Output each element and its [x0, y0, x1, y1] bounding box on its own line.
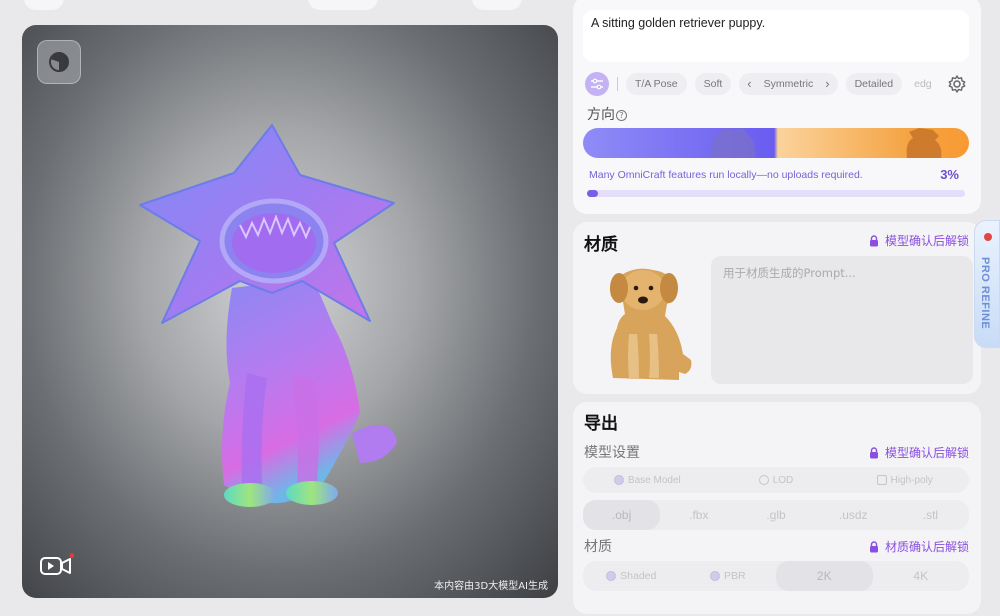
model-viewport[interactable]: 本内容由3D大模型AI生成 — [22, 25, 558, 598]
export-material-lock-text: 材质确认后解锁 — [884, 540, 969, 554]
direction-label: 方向? — [587, 104, 627, 124]
dog-silhouette-front — [906, 128, 942, 158]
option-base-model[interactable]: Base Model — [583, 467, 712, 493]
settings-button[interactable] — [947, 74, 967, 94]
checkbox-high-poly[interactable] — [876, 475, 887, 485]
chip-edge[interactable]: edg — [910, 73, 936, 95]
prompt-chip-bar: T/A Pose Soft ‹ Symmetric › Detailed edg — [585, 72, 969, 96]
format-usdz[interactable]: .usdz — [815, 500, 892, 530]
chip-symmetric-label: Symmetric — [763, 78, 814, 90]
top-tab-left[interactable] — [24, 0, 64, 10]
material-lock-text: 模型确认后解锁 — [884, 234, 969, 248]
material-prompt-input[interactable]: 用于材质生成的Prompt... — [711, 256, 973, 384]
format-fbx[interactable]: .fbx — [660, 500, 737, 530]
lock-icon — [869, 540, 878, 552]
checkbox-shaded[interactable] — [606, 571, 617, 581]
option-high-poly[interactable]: High-poly — [840, 467, 969, 493]
chip-soft[interactable]: Soft — [694, 73, 732, 95]
option-high-poly-label: High-poly — [890, 474, 933, 486]
notification-dot — [984, 233, 992, 241]
progress-bar — [587, 190, 965, 197]
option-lod[interactable]: LOD — [712, 467, 841, 493]
option-shaded-label: Shaded — [620, 570, 657, 582]
chevron-left-icon[interactable]: ‹ — [747, 73, 751, 95]
lock-icon — [869, 446, 878, 458]
prompt-panel: A sitting golden retriever puppy. T/A Po… — [573, 0, 981, 214]
sliders-icon — [591, 78, 603, 90]
top-tab-center[interactable] — [308, 0, 378, 10]
chip-symmetric[interactable]: ‹ Symmetric › — [739, 73, 838, 95]
format-glb[interactable]: .glb — [737, 500, 814, 530]
help-icon[interactable]: ? — [616, 110, 627, 121]
model-settings-lock-text: 模型确认后解锁 — [884, 446, 969, 460]
material-title: 材质 — [584, 235, 618, 255]
resolution-4k[interactable]: 4K — [873, 561, 970, 591]
export-panel: 导出 模型设置 模型确认后解锁 Base Model LOD High-poly… — [573, 402, 981, 614]
format-obj[interactable]: .obj — [583, 500, 661, 530]
option-pbr[interactable]: PBR — [680, 561, 777, 591]
top-tab-right[interactable] — [472, 0, 522, 10]
reference-dog-image — [610, 268, 692, 380]
format-selector: .obj .fbx .glb .usdz .stl — [583, 500, 969, 530]
option-pbr-label: PBR — [723, 570, 746, 582]
direction-label-text: 方向 — [587, 107, 615, 123]
export-material-lock: 材质确认后解锁 — [869, 538, 969, 555]
half-circle-icon — [49, 52, 69, 72]
model-settings-label: 模型设置 — [584, 445, 640, 461]
filter-toggle-button[interactable] — [585, 72, 609, 96]
3d-model-render — [139, 124, 397, 507]
chevron-right-icon[interactable]: › — [825, 73, 829, 95]
direction-selector[interactable] — [583, 128, 969, 158]
model-settings-lock: 模型确认后解锁 — [869, 444, 969, 461]
video-camera-icon — [40, 553, 75, 575]
checkbox-lod[interactable] — [758, 475, 769, 485]
lock-icon — [869, 234, 878, 246]
chip-detailed[interactable]: Detailed — [845, 73, 903, 95]
material-lock: 模型确认后解锁 — [869, 232, 969, 249]
resolution-2k[interactable]: 2K — [776, 561, 873, 591]
progress-bar-fill — [587, 190, 599, 197]
checkbox-pbr[interactable] — [709, 571, 720, 581]
chip-divider — [617, 77, 618, 91]
ai-generated-watermark: 本内容由3D大模型AI生成 — [434, 581, 548, 592]
pro-refine-tab[interactable]: PRO REFINE — [974, 220, 1000, 348]
gear-icon — [948, 75, 966, 93]
option-lod-label: LOD — [772, 474, 794, 486]
pro-refine-label: PRO REFINE — [979, 257, 991, 330]
material-options: Shaded PBR 2K 4K — [583, 561, 969, 591]
material-panel: 材质 模型确认后解锁 用于材质生成的Prompt... — [573, 222, 981, 394]
view-mode-toggle[interactable] — [37, 40, 81, 84]
format-stl[interactable]: .stl — [892, 500, 969, 530]
model-options: Base Model LOD High-poly — [583, 467, 969, 493]
export-material-label: 材质 — [584, 539, 612, 555]
option-base-model-label: Base Model — [627, 474, 681, 486]
chip-pose[interactable]: T/A Pose — [626, 73, 687, 95]
progress-percent: 3% — [940, 167, 959, 182]
checkbox-base-model[interactable] — [613, 475, 624, 485]
record-video-button[interactable] — [40, 553, 75, 577]
dog-silhouette-back — [710, 128, 756, 158]
prompt-input[interactable]: A sitting golden retriever puppy. — [583, 10, 969, 62]
option-shaded[interactable]: Shaded — [583, 561, 680, 591]
progress-message: Many OmniCraft features run locally—no u… — [589, 169, 863, 181]
export-title: 导出 — [584, 414, 618, 434]
